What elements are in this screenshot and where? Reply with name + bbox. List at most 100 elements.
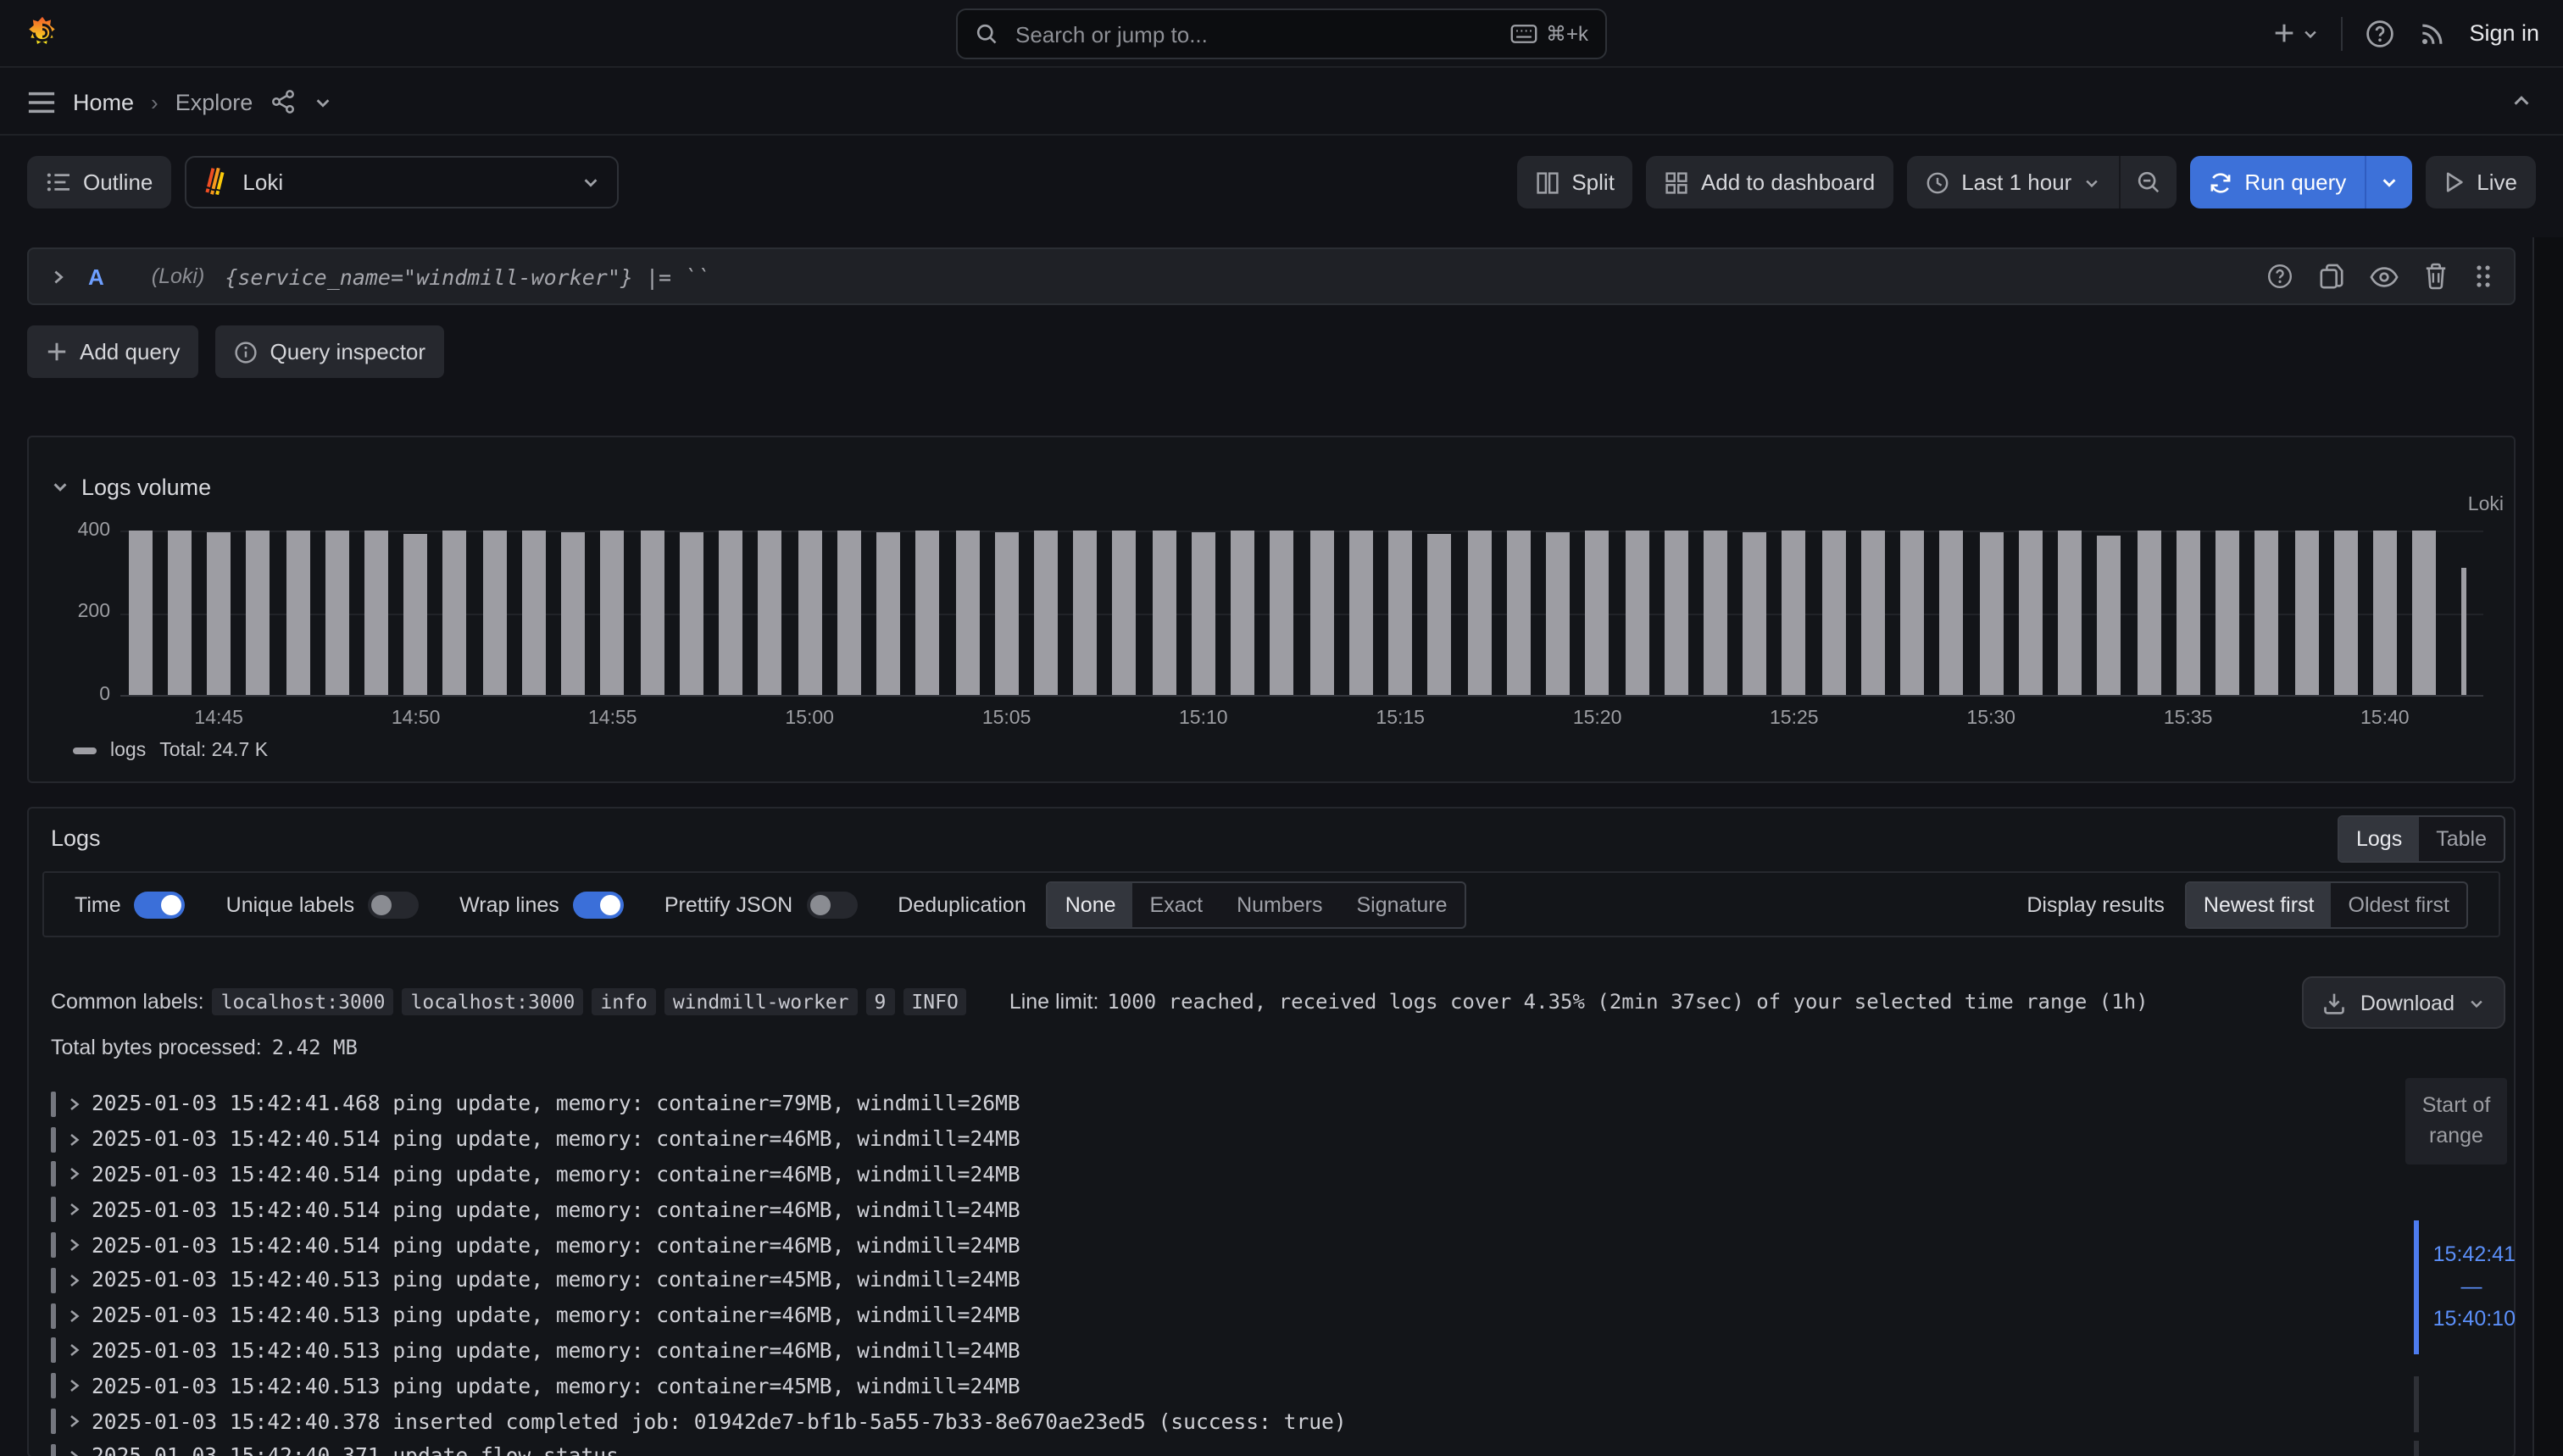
toggle-prettify-json[interactable]: Prettify JSON xyxy=(664,891,857,918)
collapse-panel-icon[interactable] xyxy=(2510,90,2532,112)
log-line: 2025-01-03 15:42:41.468 ping update, mem… xyxy=(92,1092,1020,1116)
dedup-option-exact[interactable]: Exact xyxy=(1133,882,1220,926)
expand-log-chevron-icon[interactable] xyxy=(66,1343,81,1359)
range-track-segment[interactable] xyxy=(2414,1376,2419,1432)
breadcrumb-home[interactable]: Home xyxy=(73,89,134,114)
bar-slot xyxy=(1814,531,1853,695)
query-ref-id[interactable]: A xyxy=(88,264,104,289)
expand-log-chevron-icon[interactable] xyxy=(66,1097,81,1112)
global-search[interactable]: ⌘+k xyxy=(956,8,1607,59)
bar-slot xyxy=(2011,531,2050,695)
bar-slot xyxy=(1144,531,1183,695)
split-button[interactable]: Split xyxy=(1517,156,1633,208)
duplicate-query-icon[interactable] xyxy=(2319,263,2344,290)
log-row[interactable]: 2025-01-03 15:42:40.514 ping update, mem… xyxy=(51,1227,2395,1263)
toggle-unique-labels[interactable]: Unique labels xyxy=(226,891,420,918)
breadcrumb-explore[interactable]: Explore xyxy=(175,89,253,114)
toggle-visibility-icon[interactable] xyxy=(2370,265,2399,287)
expand-log-chevron-icon[interactable] xyxy=(66,1203,81,1218)
bar-slot xyxy=(790,531,829,695)
toggle-unique-labels-label: Unique labels xyxy=(226,892,355,916)
logs-meta-row: Common labels: localhost:3000 localhost:… xyxy=(51,988,2149,1015)
range-track-segment[interactable] xyxy=(2414,1441,2419,1456)
grafana-logo-icon[interactable] xyxy=(24,14,61,52)
download-button[interactable]: Download xyxy=(2303,976,2505,1029)
expand-log-chevron-icon[interactable] xyxy=(66,1237,81,1253)
dedup-option-numbers[interactable]: Numbers xyxy=(1220,882,1339,926)
expand-log-chevron-icon[interactable] xyxy=(66,1414,81,1429)
series-label-loki[interactable]: Loki xyxy=(2468,495,2504,515)
dedup-option-none[interactable]: None xyxy=(1048,882,1133,926)
breadcrumb-chevron-down-icon[interactable] xyxy=(314,92,332,111)
outline-button[interactable]: Outline xyxy=(27,156,171,208)
log-row[interactable]: 2025-01-03 15:42:40.513 ping update, mem… xyxy=(51,1369,2395,1404)
add-to-dashboard-label: Add to dashboard xyxy=(1701,169,1875,195)
expand-log-chevron-icon[interactable] xyxy=(66,1308,81,1323)
new-button[interactable] xyxy=(2271,20,2318,46)
volume-bar xyxy=(1861,531,1885,695)
time-range-button[interactable]: Last 1 hour xyxy=(1907,156,2119,208)
menu-hamburger-icon[interactable] xyxy=(27,89,56,114)
bar-slot xyxy=(2326,531,2365,695)
order-option-newest[interactable]: Newest first xyxy=(2187,882,2332,926)
volume-bar xyxy=(1586,531,1610,695)
log-row[interactable]: 2025-01-03 15:42:41.468 ping update, mem… xyxy=(51,1086,2395,1122)
scrollbar-track[interactable] xyxy=(2532,237,2563,1456)
delete-query-icon[interactable] xyxy=(2424,263,2448,290)
search-input[interactable] xyxy=(1012,19,1497,48)
keyboard-icon xyxy=(1510,24,1537,44)
query-help-icon[interactable] xyxy=(2266,263,2293,290)
view-option-logs[interactable]: Logs xyxy=(2339,817,2419,861)
drag-handle-icon[interactable] xyxy=(2473,263,2494,290)
expand-log-chevron-icon[interactable] xyxy=(66,1273,81,1288)
logs-panel: Logs Logs Table Time Unique labels Wrap … xyxy=(27,807,2516,1456)
toggle-time[interactable]: Time xyxy=(75,891,186,918)
volume-bar xyxy=(404,534,428,695)
run-query-button[interactable]: Run query xyxy=(2190,156,2365,208)
toolbar-right: Split Add to dashboard Last 1 hour xyxy=(1517,156,2536,208)
view-option-table[interactable]: Table xyxy=(2419,817,2504,861)
query-collapse-chevron-icon[interactable] xyxy=(49,267,68,286)
toggle-wrap-lines[interactable]: Wrap lines xyxy=(459,891,624,918)
toggle-prettify-json-switch[interactable] xyxy=(806,891,857,918)
log-row[interactable]: 2025-01-03 15:42:40.514 ping update, mem… xyxy=(51,1157,2395,1192)
log-row[interactable]: 2025-01-03 15:42:40.513 ping update, mem… xyxy=(51,1333,2395,1369)
legend-series-name[interactable]: logs xyxy=(110,741,146,761)
volume-bar xyxy=(2412,531,2436,695)
bar-slot xyxy=(1026,531,1065,695)
expand-log-chevron-icon[interactable] xyxy=(66,1131,81,1147)
expand-log-chevron-icon[interactable] xyxy=(66,1449,81,1456)
toggle-time-switch[interactable] xyxy=(135,891,186,918)
expand-log-chevron-icon[interactable] xyxy=(66,1167,81,1182)
order-option-oldest[interactable]: Oldest first xyxy=(2332,882,2467,926)
sign-in-button[interactable]: Sign in xyxy=(2469,20,2539,46)
add-query-button[interactable]: Add query xyxy=(27,325,199,378)
dedup-option-signature[interactable]: Signature xyxy=(1340,882,1465,926)
range-selected-bar[interactable] xyxy=(2414,1220,2419,1354)
bar-slot xyxy=(1656,531,1695,695)
panel-collapse-chevron-icon xyxy=(51,478,69,497)
expand-log-chevron-icon[interactable] xyxy=(66,1379,81,1394)
zoom-out-time-button[interactable] xyxy=(2119,156,2177,208)
log-row[interactable]: 2025-01-03 15:42:40.513 ping update, mem… xyxy=(51,1263,2395,1298)
add-to-dashboard-button[interactable]: Add to dashboard xyxy=(1647,156,1893,208)
log-row[interactable]: 2025-01-03 15:42:40.514 ping update, mem… xyxy=(51,1122,2395,1158)
log-row[interactable]: 2025-01-03 15:42:40.514 ping update, mem… xyxy=(51,1192,2395,1228)
log-row[interactable]: 2025-01-03 15:42:40.378 inserted complet… xyxy=(51,1403,2395,1439)
log-row[interactable]: 2025-01-03 15:42:40.371 update flow stat… xyxy=(51,1439,2395,1456)
share-icon[interactable] xyxy=(270,88,297,115)
run-query-options-button[interactable] xyxy=(2365,156,2412,208)
query-inspector-button[interactable]: Query inspector xyxy=(216,325,445,378)
log-row[interactable]: 2025-01-03 15:42:40.513 ping update, mem… xyxy=(51,1298,2395,1334)
toggle-wrap-lines-switch[interactable] xyxy=(573,891,624,918)
news-feed-icon[interactable] xyxy=(2416,18,2447,48)
toggle-unique-labels-switch[interactable] xyxy=(368,891,419,918)
common-label-chip: 9 xyxy=(866,988,895,1015)
query-expression[interactable]: {service_name="windmill-worker"} |= `` xyxy=(225,264,709,289)
help-icon[interactable] xyxy=(2364,18,2394,48)
volume-bar xyxy=(2294,531,2318,695)
logs-volume-header[interactable]: Logs volume xyxy=(51,475,211,500)
live-button[interactable]: Live xyxy=(2426,156,2536,208)
datasource-picker[interactable]: Loki xyxy=(185,156,619,208)
add-query-label: Add query xyxy=(80,339,181,364)
